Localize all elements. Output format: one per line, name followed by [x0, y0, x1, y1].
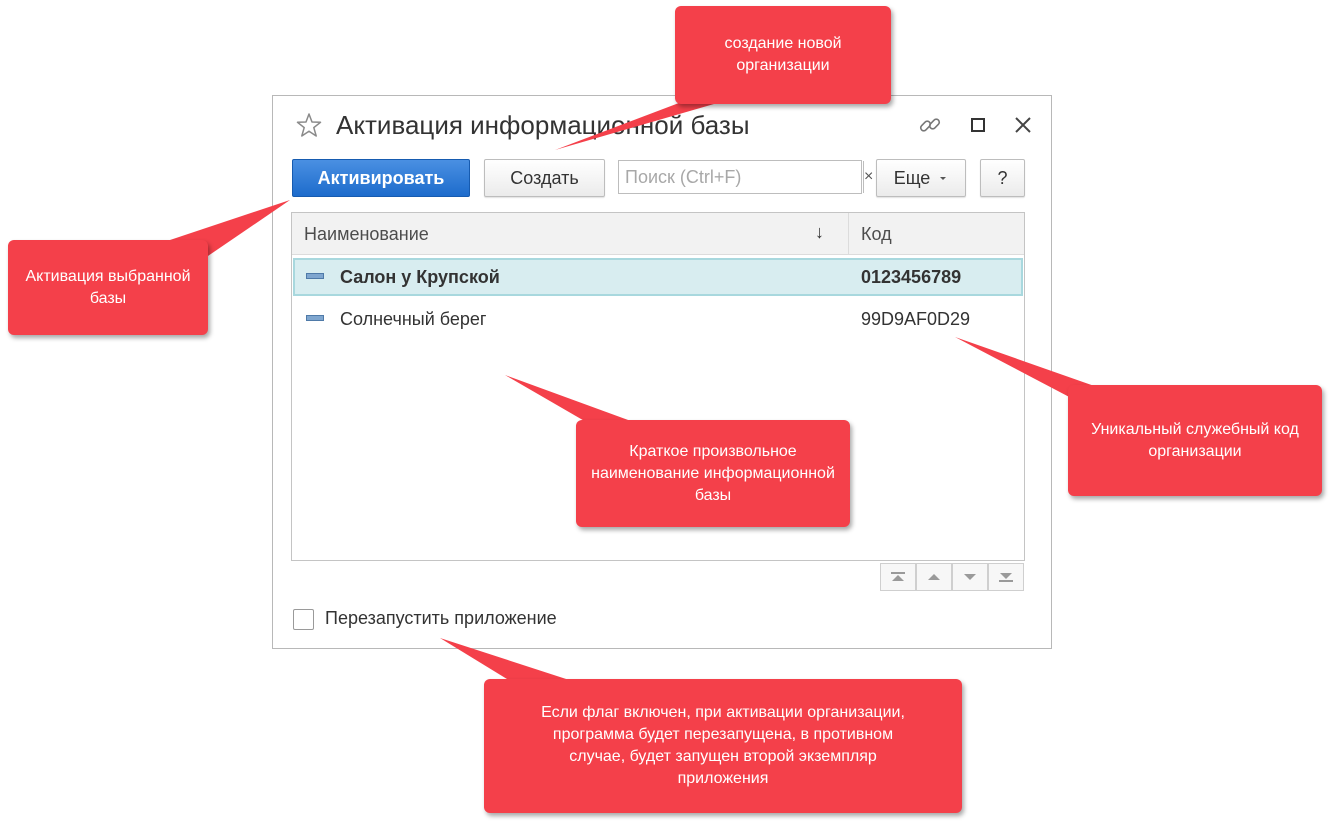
move-down-button[interactable]: [952, 563, 988, 591]
move-first-icon: [891, 572, 905, 581]
column-header-code[interactable]: Код: [861, 224, 892, 245]
row-name[interactable]: Солнечный берег: [340, 309, 487, 330]
search-clear-button[interactable]: ×: [863, 161, 873, 193]
row-name[interactable]: Салон у Крупской: [340, 267, 500, 288]
callout-name: Краткое произвольное наименование информ…: [576, 420, 850, 527]
search-input[interactable]: [619, 161, 863, 193]
sort-down-icon[interactable]: ↓: [815, 222, 824, 243]
more-button-label: Еще: [893, 167, 931, 188]
move-up-button[interactable]: [916, 563, 952, 591]
row-item-icon: [306, 273, 324, 279]
more-button[interactable]: Еще: [876, 159, 966, 197]
move-first-button[interactable]: [880, 563, 916, 591]
close-icon[interactable]: [1010, 112, 1036, 138]
link-icon[interactable]: [917, 112, 943, 138]
restart-checkbox-label[interactable]: Перезапустить приложение: [325, 608, 557, 629]
move-last-button[interactable]: [988, 563, 1024, 591]
move-down-icon: [964, 574, 976, 580]
column-header-name[interactable]: Наименование: [304, 224, 429, 245]
callout-activate: Активация выбранной базы: [8, 240, 208, 335]
activate-button[interactable]: Активировать: [292, 159, 470, 197]
maximize-icon[interactable]: [965, 112, 991, 138]
callout-create: создание новой организации: [675, 6, 891, 104]
row-code[interactable]: 0123456789: [861, 267, 961, 288]
row-code[interactable]: 99D9AF0D29: [861, 309, 970, 330]
row-item-icon: [306, 315, 324, 321]
create-button[interactable]: Создать: [484, 159, 605, 197]
search-box: ×: [618, 160, 873, 194]
star-icon[interactable]: [296, 112, 322, 138]
callout-restart: Если флаг включен, при активации организ…: [484, 679, 962, 813]
column-separator: [848, 213, 849, 255]
chevron-down-icon: [940, 177, 947, 180]
help-button[interactable]: ?: [980, 159, 1025, 197]
move-last-icon: [999, 573, 1013, 582]
window-title: Активация информационной базы: [336, 110, 750, 140]
move-up-icon: [928, 574, 940, 580]
callout-code: Уникальный служебный код организации: [1068, 385, 1322, 496]
restart-checkbox[interactable]: [293, 609, 314, 630]
